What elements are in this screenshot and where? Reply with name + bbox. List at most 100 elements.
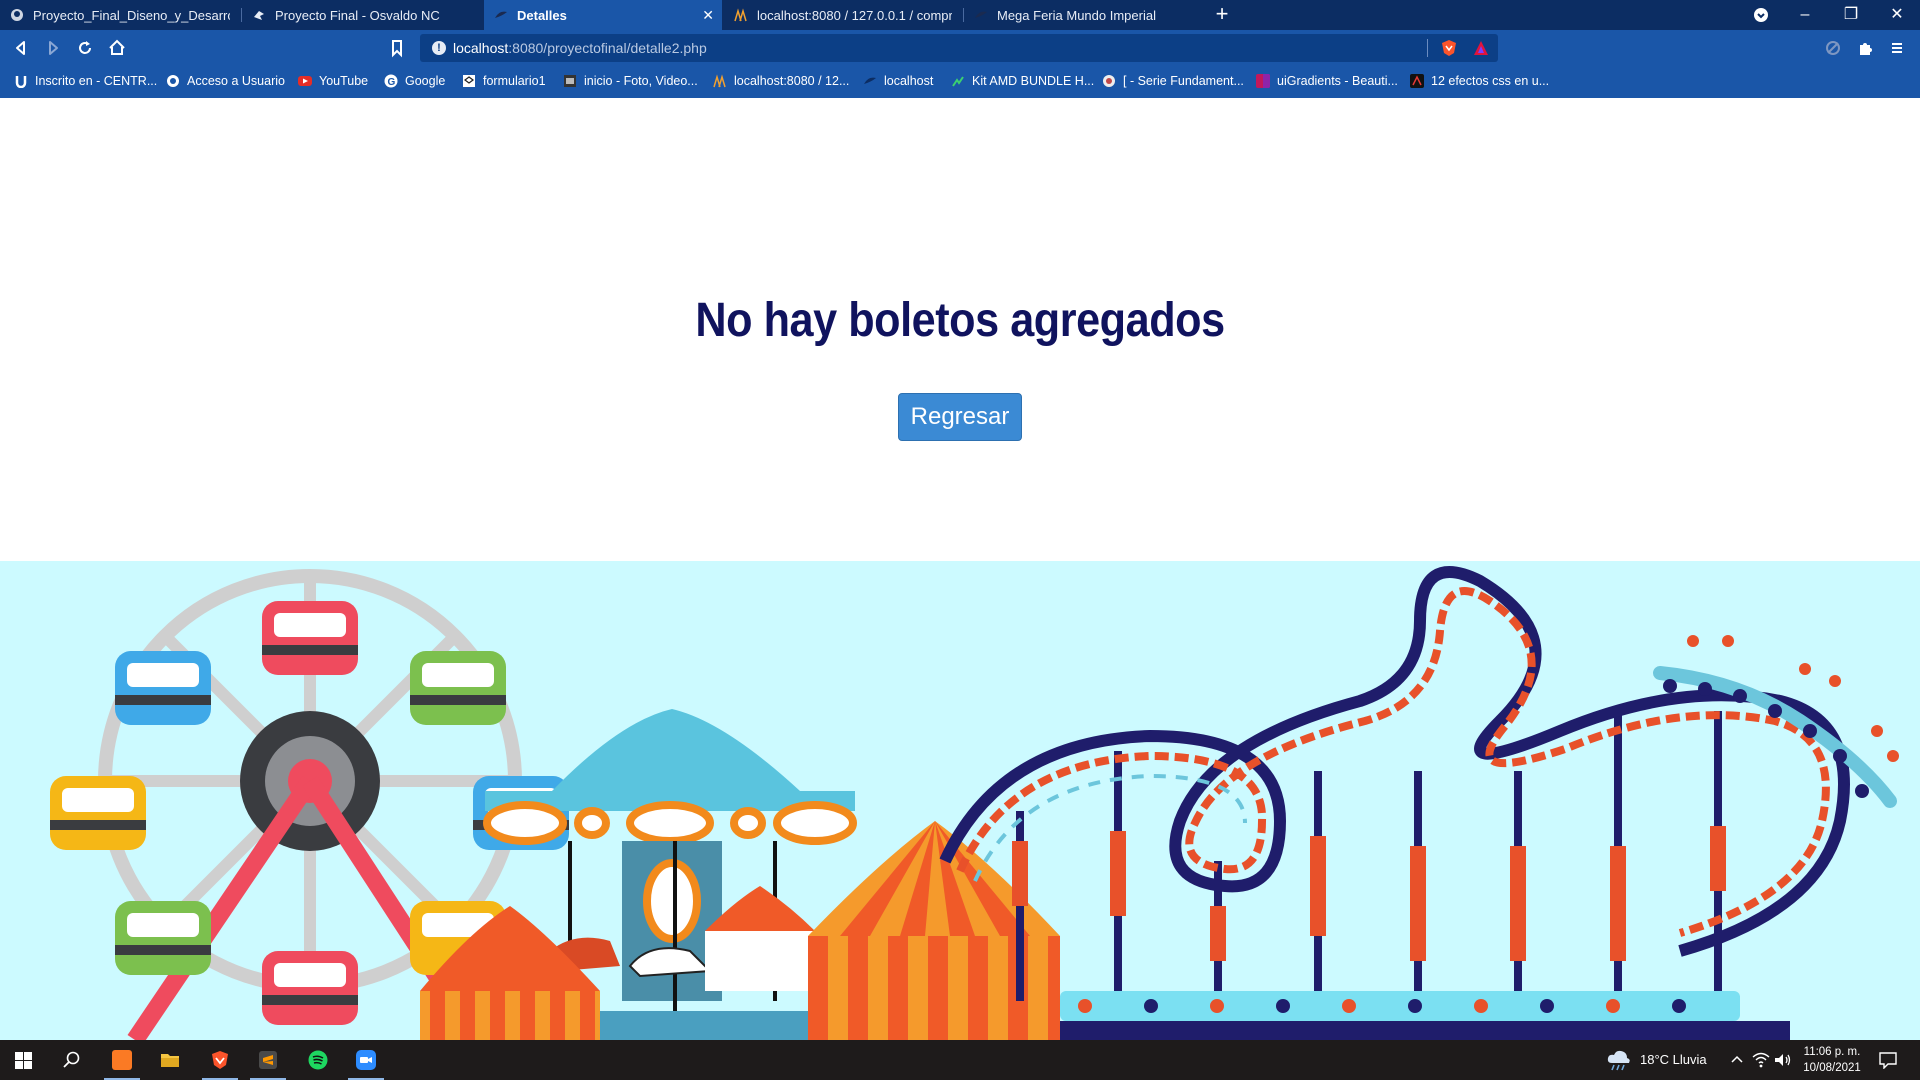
- restore-icon[interactable]: ❐: [1828, 0, 1874, 30]
- css-icon: [1410, 74, 1424, 88]
- bookmark-label: localhost: [884, 74, 934, 88]
- search-button[interactable]: [48, 1040, 96, 1080]
- page-title: No hay boletos agregados: [695, 294, 1225, 347]
- bookmark-label: localhost:8080 / 12...: [734, 74, 850, 88]
- xampp-icon: [975, 11, 987, 18]
- volume-icon[interactable]: [1774, 1052, 1792, 1068]
- xampp-icon: [495, 11, 507, 18]
- bookmark-label: inicio - Foto, Video...: [584, 74, 698, 88]
- bookmark-item[interactable]: uiGradients - Beauti...: [1256, 74, 1398, 88]
- bookmark-label: uiGradients - Beauti...: [1277, 74, 1398, 88]
- photo-icon: [564, 75, 576, 87]
- bookmark-item[interactable]: 12 efectos css en u...: [1410, 74, 1549, 88]
- back-button[interactable]: Regresar: [898, 393, 1022, 441]
- bookmark-label: Inscrito en - CENTR...: [35, 74, 158, 88]
- notification-icon[interactable]: [1878, 1051, 1898, 1069]
- close-window-icon[interactable]: ✕: [1874, 0, 1920, 30]
- phpmyadmin-icon: [734, 8, 747, 22]
- tab-label: Detalles: [517, 7, 567, 23]
- url-path: :8080/proyectofinal/detalle2.php: [508, 40, 707, 56]
- url-host: localhost: [453, 40, 509, 56]
- bookmark-label: 12 efectos css en u...: [1431, 74, 1550, 88]
- github-icon: [11, 9, 23, 21]
- search-icon: [63, 1051, 80, 1068]
- brave-icon: [212, 1051, 228, 1069]
- bookmark-item[interactable]: localhost: [863, 74, 933, 88]
- sync-icon[interactable]: [1822, 37, 1844, 59]
- bookmark-item[interactable]: inicio - Foto, Video...: [563, 74, 698, 88]
- folder-icon: [161, 1054, 179, 1067]
- bookmark-label: Google: [405, 74, 446, 88]
- taskbar-spotify[interactable]: [294, 1040, 342, 1080]
- tab-github-project[interactable]: Proyecto_Final_Diseno_y_Desarrollo_C: [0, 0, 240, 30]
- bookmark-item[interactable]: YouTube: [298, 74, 368, 88]
- tab-strip: Proyecto_Final_Diseno_y_Desarrollo_C Pro…: [0, 0, 1920, 30]
- bookmark-item[interactable]: [ - Serie Fundament...: [1102, 74, 1244, 88]
- rain-cloud-icon: [1607, 1050, 1630, 1071]
- forward-icon[interactable]: [42, 37, 64, 59]
- clock-time: 11:06 p. m.: [1803, 1046, 1861, 1058]
- tab-detalles[interactable]: Detalles ✕: [484, 0, 722, 30]
- tab-proyecto-final[interactable]: Proyecto Final - Osvaldo NC: [242, 0, 482, 30]
- taskbar-sublime[interactable]: [244, 1040, 292, 1080]
- browser-toolbar: ! localhost:8080/proyectofinal/detalle2.…: [0, 30, 1920, 66]
- taskbar-file-explorer[interactable]: [146, 1040, 194, 1080]
- google-icon: G: [384, 74, 398, 88]
- brand-icon: [1103, 75, 1115, 87]
- xampp-icon: [864, 77, 876, 84]
- brave-rewards-icon[interactable]: [1472, 39, 1490, 57]
- taskbar: 18°C Lluvia 11:06 p. m. 10/08/2021: [0, 1040, 1920, 1080]
- tab-phpmyadmin[interactable]: localhost:8080 / 127.0.0.1 / compras /: [724, 0, 962, 30]
- wifi-icon[interactable]: [1752, 1052, 1770, 1068]
- tab-label: Proyecto Final - Osvaldo NC: [275, 7, 440, 23]
- bookmark-label: formulario1: [483, 74, 546, 88]
- bookmark-item[interactable]: Kit AMD BUNDLE H...: [951, 74, 1094, 88]
- windows-icon: [15, 1052, 32, 1069]
- svg-text:G: G: [388, 77, 396, 88]
- bird-icon: [254, 11, 264, 20]
- bookmark-icon[interactable]: [386, 37, 408, 59]
- bookmark-item[interactable]: Acceso a Usuario: [166, 74, 285, 88]
- taskbar-xampp[interactable]: [98, 1040, 146, 1080]
- extensions-icon[interactable]: [1854, 37, 1876, 59]
- bookmark-item[interactable]: Inscrito en - CENTR...: [14, 74, 157, 88]
- back-icon[interactable]: [10, 37, 32, 59]
- tab-label: Proyecto_Final_Diseno_y_Desarrollo_C: [33, 7, 230, 23]
- bookmark-item[interactable]: formulario1: [462, 74, 546, 88]
- start-button[interactable]: [0, 1040, 48, 1080]
- menu-icon[interactable]: [1886, 37, 1908, 59]
- profile-menu-icon[interactable]: [1738, 0, 1784, 30]
- bookmark-label: Acceso a Usuario: [187, 74, 285, 88]
- bookmark-label: [ - Serie Fundament...: [1123, 74, 1244, 88]
- tab-label: Mega Feria Mundo Imperial: [997, 7, 1156, 23]
- brave-shields-icon[interactable]: [1440, 39, 1458, 57]
- tab-mega-feria[interactable]: Mega Feria Mundo Imperial: [964, 0, 1202, 30]
- reload-icon[interactable]: [74, 37, 96, 59]
- chevron-up-icon[interactable]: [1730, 1052, 1744, 1066]
- close-tab-icon[interactable]: ✕: [702, 7, 714, 24]
- codepen-icon: [463, 75, 475, 87]
- site-info-icon[interactable]: !: [432, 41, 446, 55]
- bookmarks-bar: Inscrito en - CENTR... Acceso a Usuario …: [0, 66, 1920, 98]
- u-icon: [15, 76, 27, 88]
- address-bar[interactable]: ! localhost:8080/proyectofinal/detalle2.…: [420, 34, 1498, 62]
- spotify-icon: [308, 1050, 328, 1070]
- new-tab-button[interactable]: +: [1210, 3, 1234, 27]
- home-icon[interactable]: [106, 37, 128, 59]
- clock[interactable]: 11:06 p. m. 10/08/2021: [1796, 1044, 1868, 1076]
- bookmark-item[interactable]: G Google: [384, 74, 445, 88]
- bookmark-label: YouTube: [319, 74, 369, 88]
- amd-icon: [952, 76, 964, 87]
- taskbar-brave[interactable]: [196, 1040, 244, 1080]
- taskbar-zoom[interactable]: [342, 1040, 390, 1080]
- sublime-text-icon: [259, 1051, 277, 1069]
- phpmyadmin-icon: [713, 74, 726, 88]
- zoom-icon: [356, 1050, 376, 1070]
- tab-label: localhost:8080 / 127.0.0.1 / compras /: [757, 7, 952, 23]
- url-text[interactable]: localhost:8080/proyectofinal/detalle2.ph…: [453, 40, 707, 56]
- bookmark-item[interactable]: localhost:8080 / 12...: [713, 74, 849, 88]
- clock-date: 10/08/2021: [1803, 1062, 1861, 1074]
- minimize-icon[interactable]: –: [1782, 0, 1828, 30]
- fairground-illustration: [0, 561, 1920, 1040]
- weather-text[interactable]: 18°C Lluvia: [1640, 1052, 1707, 1067]
